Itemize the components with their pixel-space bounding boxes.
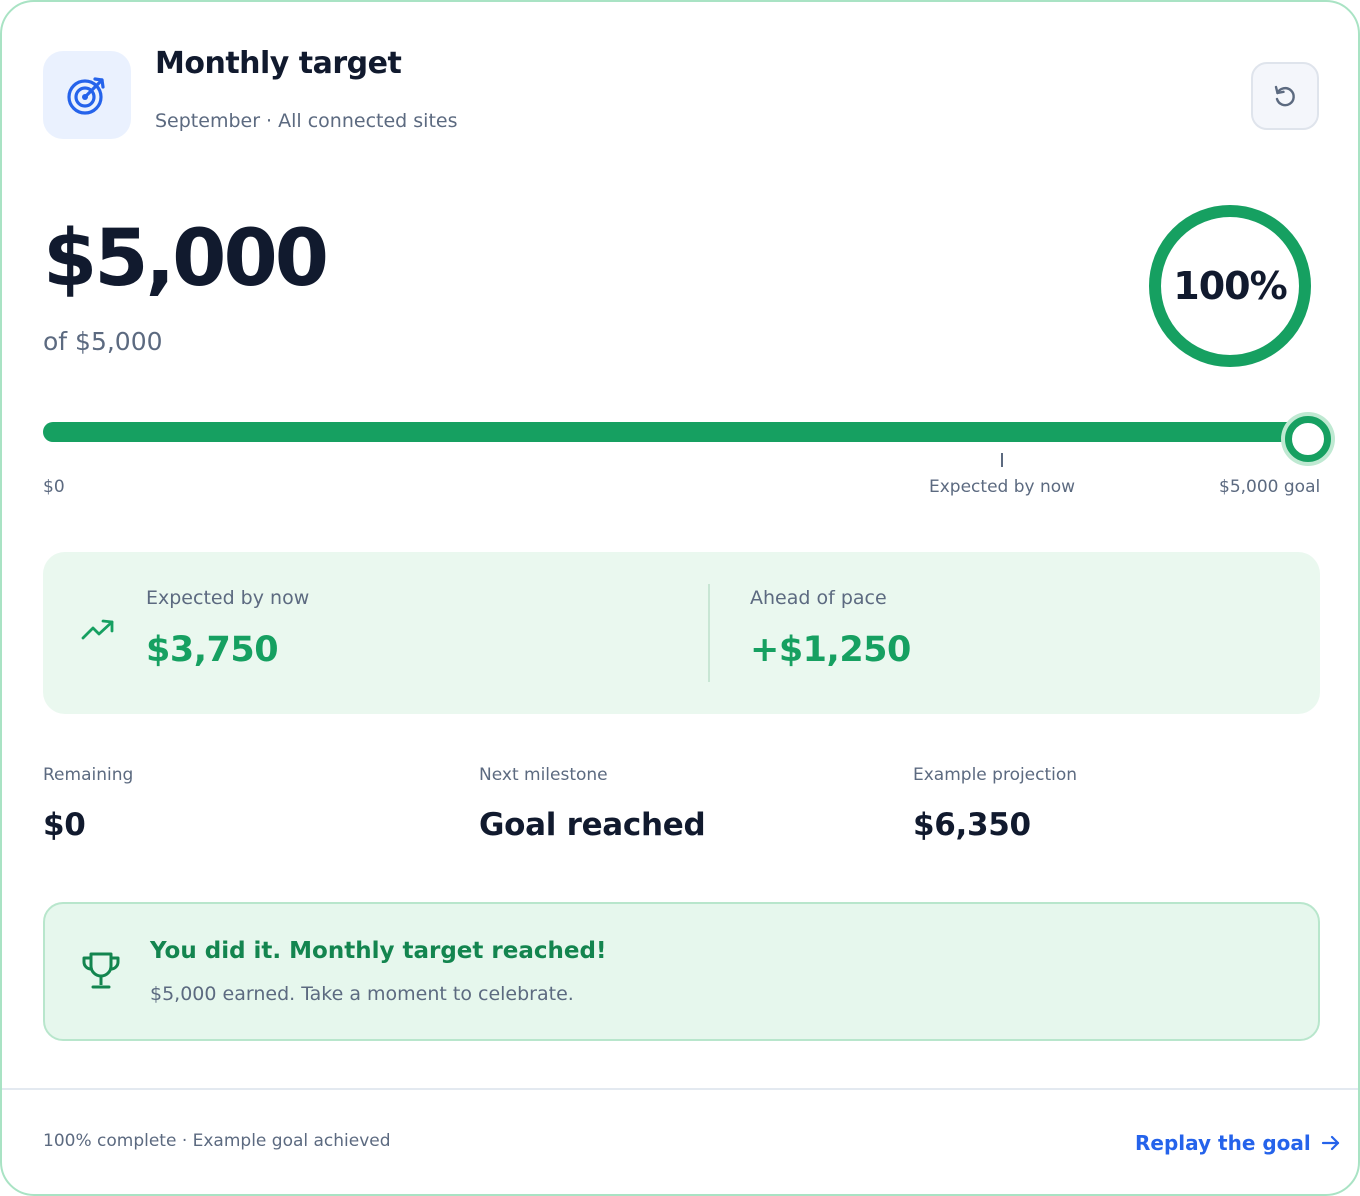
goal-amount: of $5,000 xyxy=(43,327,163,356)
progress-track xyxy=(43,422,1306,442)
expected-marker xyxy=(1001,453,1003,467)
page-title: Monthly target xyxy=(155,46,402,81)
trending-up-icon xyxy=(81,619,114,640)
percent-label: 100% xyxy=(1173,264,1287,308)
progress-fill xyxy=(43,422,1306,442)
celebration-title: You did it. Monthly target reached! xyxy=(150,938,607,964)
expected-label: Expected by now xyxy=(146,587,310,609)
pace-panel: Expected by now $3,750 Ahead of pace +$1… xyxy=(43,552,1320,714)
ahead-value: +$1,250 xyxy=(750,630,911,670)
projection-label: Example projection xyxy=(913,765,1078,785)
target-icon xyxy=(67,77,105,115)
pace-divider xyxy=(708,584,710,682)
target-icon-tile xyxy=(43,51,131,139)
replay-label: Replay the goal xyxy=(1135,1131,1311,1155)
footer-divider xyxy=(2,1088,1358,1090)
trophy-icon xyxy=(82,952,120,989)
progress-knob[interactable] xyxy=(1285,416,1331,462)
ahead-label: Ahead of pace xyxy=(750,587,887,609)
reset-icon xyxy=(1274,85,1295,107)
replay-goal-link[interactable]: Replay the goal xyxy=(1135,1131,1341,1155)
milestone-value: Goal reached xyxy=(479,807,706,843)
remaining-value: $0 xyxy=(43,807,86,843)
milestone-label: Next milestone xyxy=(479,765,608,785)
scale-start-label: $0 xyxy=(43,477,65,497)
remaining-label: Remaining xyxy=(43,765,134,785)
celebration-banner: You did it. Monthly target reached! $5,0… xyxy=(43,902,1320,1041)
expected-value: $3,750 xyxy=(146,630,279,670)
footer-status: 100% complete · Example goal achieved xyxy=(43,1131,391,1151)
monthly-target-card: Monthly target September · All connected… xyxy=(0,0,1360,1196)
celebration-subtitle: $5,000 earned. Take a moment to celebrat… xyxy=(150,983,574,1005)
current-amount: $5,000 xyxy=(43,214,329,304)
scale-goal-label: $5,000 goal xyxy=(1219,477,1321,497)
projection-value: $6,350 xyxy=(913,807,1031,843)
reset-button[interactable] xyxy=(1251,62,1319,130)
scale-expected-label: Expected by now xyxy=(929,477,1076,497)
arrow-right-icon xyxy=(1321,1135,1339,1151)
page-subtitle: September · All connected sites xyxy=(155,110,458,132)
